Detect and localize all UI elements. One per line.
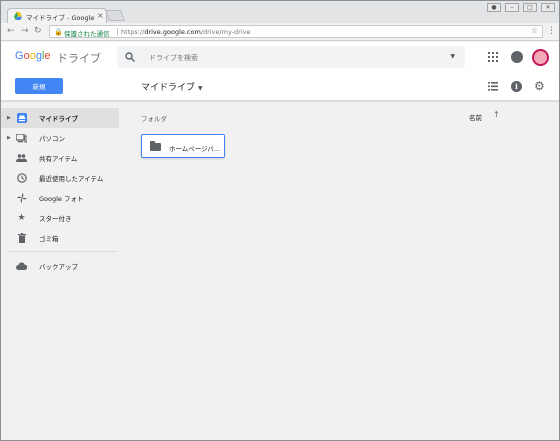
sidebar-item-label: スター付き [39, 215, 72, 223]
apps-grid-icon[interactable] [488, 52, 498, 62]
gear-icon[interactable]: ⚙ [534, 79, 545, 93]
breadcrumb[interactable]: マイドライブ ▼ [141, 80, 203, 93]
drive-favicon-icon [14, 12, 22, 20]
star-icon: ★ [17, 213, 26, 223]
list-view-icon[interactable] [488, 82, 498, 91]
lock-icon: 🔒 [54, 28, 63, 36]
search-icon [125, 52, 135, 62]
folder-icon [150, 141, 161, 151]
bookmark-star-icon[interactable]: ☆ [531, 26, 538, 35]
forward-icon[interactable]: → [21, 26, 29, 36]
browser-navbar: ← → ↻ 🔒 保護された通信 https://drive.google.com… [1, 23, 559, 41]
arrow-up-icon[interactable]: ↑ [493, 110, 500, 119]
drive-icon [16, 113, 27, 124]
main-content: フォルダ 名前 ↑ ホームページバ... [125, 102, 559, 440]
notifications-icon[interactable] [511, 51, 523, 63]
sidebar-item-label: Google フォト [39, 195, 84, 203]
browser-window: マイドライブ - Google × ● – □ ✕ ← → ↻ 🔒 保護された通… [0, 0, 560, 441]
search-input[interactable]: ドライブを検索 ▼ [117, 46, 465, 68]
sidebar-item-label: 共有アイテム [39, 155, 78, 163]
sidebar-item-recent[interactable]: 最近使用したアイテム [1, 168, 119, 188]
reload-icon[interactable]: ↻ [34, 26, 42, 36]
divider [117, 28, 118, 36]
tab-title: マイドライブ - Google [26, 14, 95, 22]
new-button[interactable]: 新規 [15, 78, 63, 94]
address-bar[interactable]: 🔒 保護された通信 https://drive.google.com/drive… [49, 25, 543, 38]
expand-arrow-icon[interactable]: ▶ [7, 115, 11, 121]
cloud-icon [16, 261, 27, 272]
people-icon [16, 153, 27, 164]
computer-icon [16, 133, 27, 144]
new-tab-button[interactable] [104, 10, 126, 21]
sidebar-item-trash[interactable]: ゴミ箱 [1, 228, 119, 248]
expand-arrow-icon[interactable]: ▶ [7, 135, 11, 141]
folder-name: ホームページバ... [169, 145, 220, 153]
sidebar-item-backups[interactable]: バックアップ [1, 256, 119, 276]
secure-label: 保護された通信 [64, 30, 110, 38]
sidebar-item-shared[interactable]: 共有アイテム [1, 148, 119, 168]
sidebar-item-label: ゴミ箱 [39, 235, 59, 243]
product-name: ドライブ [57, 52, 101, 65]
avatar[interactable] [532, 49, 549, 66]
sidebar-item-label: パソコン [39, 135, 65, 143]
sidebar-divider [7, 251, 117, 252]
folders-section-label: フォルダ [141, 115, 167, 123]
drive-header: Google ドライブ ドライブを検索 ▼ [1, 42, 559, 72]
info-icon[interactable]: i [511, 81, 522, 92]
sidebar-item-computers[interactable]: ▶ パソコン [1, 128, 119, 148]
sidebar-item-starred[interactable]: ★ スター付き [1, 208, 119, 228]
close-window-icon[interactable]: ✕ [541, 3, 555, 12]
back-icon[interactable]: ← [7, 26, 15, 36]
search-options-icon[interactable]: ▼ [450, 53, 455, 60]
url-text: https://drive.google.com/drive/my-drive [121, 28, 251, 36]
sidebar: ▶ マイドライブ ▶ パソコン 共有アイテム 最近使用したアイテム Google… [1, 102, 125, 440]
sidebar-item-label: バックアップ [39, 263, 78, 271]
trash-icon [16, 233, 27, 244]
user-profile-icon[interactable]: ● [487, 3, 501, 12]
pinwheel-icon [16, 193, 27, 204]
drive-toolbar: 新規 マイドライブ ▼ i ⚙ [1, 72, 559, 101]
sidebar-item-label: 最近使用したアイテム [39, 175, 104, 183]
google-logo[interactable]: Google [15, 50, 51, 62]
sidebar-item-my-drive[interactable]: ▶ マイドライブ [1, 108, 119, 128]
search-placeholder: ドライブを検索 [149, 54, 198, 62]
tab-close-icon[interactable]: × [97, 11, 104, 20]
sort-by-name-button[interactable]: 名前 [469, 112, 482, 122]
folder-card[interactable]: ホームページバ... [141, 134, 225, 158]
chevron-down-icon: ▼ [198, 85, 203, 92]
browser-menu-icon[interactable]: ⋮ [547, 26, 556, 36]
title-bar: マイドライブ - Google × ● – □ ✕ [1, 1, 559, 23]
maximize-icon[interactable]: □ [523, 3, 537, 12]
window-controls: ● – □ ✕ [487, 3, 555, 12]
sidebar-item-label: マイドライブ [39, 115, 78, 123]
sidebar-item-photos[interactable]: Google フォト [1, 188, 119, 208]
clock-icon [16, 173, 27, 184]
minimize-icon[interactable]: – [505, 3, 519, 12]
browser-tab[interactable]: マイドライブ - Google × [7, 8, 107, 23]
